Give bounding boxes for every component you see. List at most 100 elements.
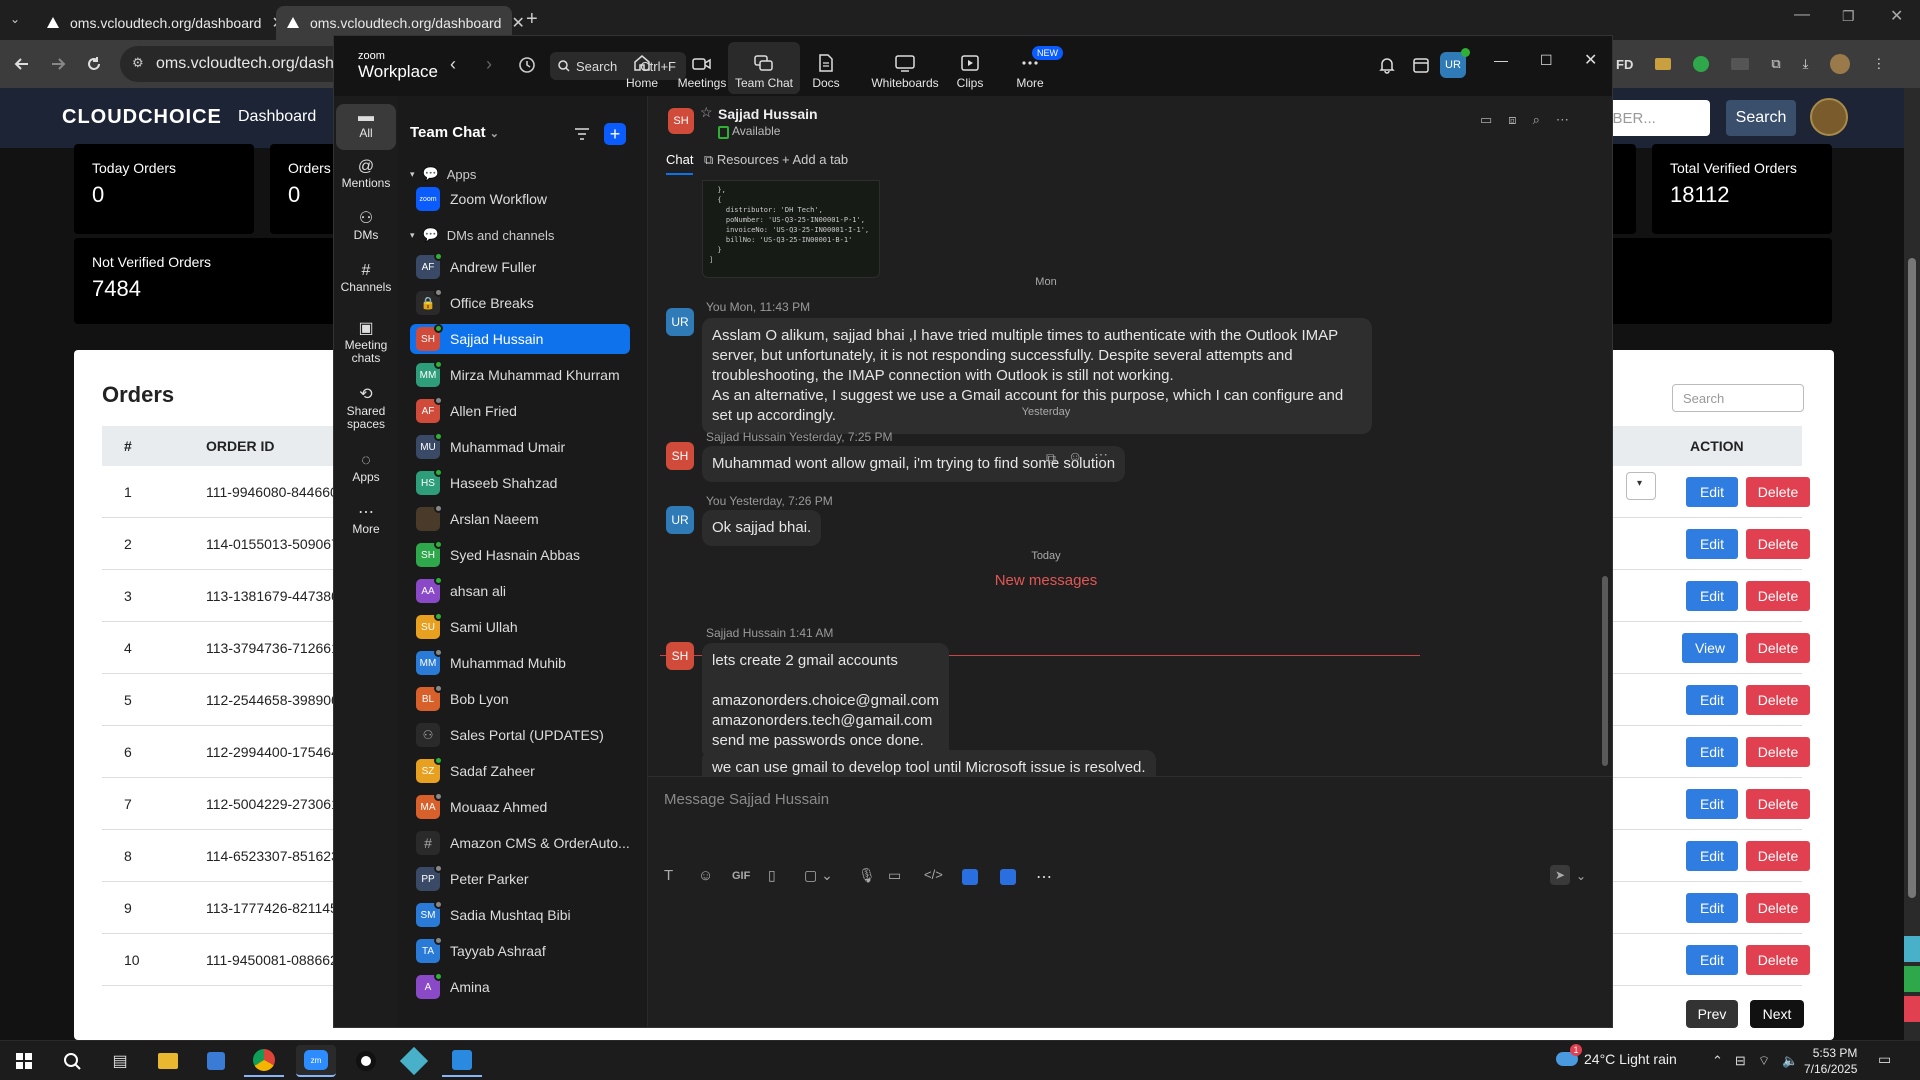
delete-button[interactable]: Delete <box>1746 633 1810 663</box>
message-composer[interactable]: Message Sajjad Hussain T ☺ GIF ▯ ▢ ⌄ 🎙 ▭… <box>648 776 1612 1027</box>
list-item[interactable]: AF Andrew Fuller <box>410 252 630 282</box>
emoji-react-icon[interactable]: ☺ <box>1068 448 1082 464</box>
edit-button[interactable]: Edit <box>1686 529 1738 559</box>
tab-resources[interactable]: ⧉ Resources <box>704 152 779 168</box>
chat-scrollbar[interactable] <box>1602 186 1608 766</box>
file-explorer-icon[interactable] <box>148 1045 188 1077</box>
video-message-icon[interactable]: ▭ <box>888 867 901 884</box>
prev-page-button[interactable]: Prev <box>1686 1000 1738 1028</box>
delete-button[interactable]: Delete <box>1746 945 1810 975</box>
message-bubble[interactable]: Muhammad wont allow gmail, i'm trying to… <box>702 446 1126 482</box>
store-icon[interactable] <box>196 1045 236 1077</box>
code-icon[interactable]: </> <box>924 867 943 882</box>
app-cyan-icon[interactable] <box>394 1045 434 1077</box>
list-item[interactable]: MA Mouaaz Ahmed <box>410 792 630 822</box>
history-icon[interactable] <box>518 56 536 74</box>
next-page-button[interactable]: Next <box>1750 1000 1804 1028</box>
zoom-maximize-icon[interactable]: ☐ <box>1540 52 1553 69</box>
view-button[interactable]: View <box>1682 633 1738 663</box>
close-tab-icon[interactable]: ✕ <box>511 13 524 33</box>
message-bubble[interactable]: Ok sajjad bhai. <box>702 510 822 546</box>
gif-icon[interactable]: GIF <box>732 870 750 882</box>
video-call-icon[interactable]: ▭ <box>1480 112 1492 128</box>
scrollbar-thumb[interactable] <box>1908 258 1916 898</box>
tab-chat[interactable]: Chat <box>666 152 694 175</box>
rail-all[interactable]: ▬ All <box>336 104 396 150</box>
vscode-icon[interactable] <box>442 1045 482 1077</box>
list-item[interactable]: MU Muhammad Umair <box>410 432 630 462</box>
list-item[interactable]: ⚇ Sales Portal (UPDATES) <box>410 720 630 750</box>
contact-name[interactable]: Sajjad Hussain <box>718 106 818 122</box>
list-item[interactable]: TA Tayyab Ashraaf <box>410 936 630 966</box>
star-icon[interactable]: ☆ <box>700 104 713 121</box>
list-item[interactable]: SH Sajjad Hussain <box>410 324 630 354</box>
task-view-icon[interactable]: ▤ <box>100 1045 140 1077</box>
edit-button[interactable]: Edit <box>1686 789 1738 819</box>
list-item[interactable]: Arslan Naeem <box>410 504 630 534</box>
minimize-window-icon[interactable]: — <box>1794 6 1810 24</box>
edit-button[interactable]: Edit <box>1686 945 1738 975</box>
tab-list-dropdown-icon[interactable]: ⌄ <box>10 12 20 26</box>
text-format-icon[interactable]: T <box>664 867 673 884</box>
delete-button[interactable]: Delete <box>1746 685 1810 715</box>
delete-button[interactable]: Delete <box>1746 581 1810 611</box>
screen-share-icon[interactable]: ⧈ <box>1508 112 1516 128</box>
zoom-forward-icon[interactable]: › <box>486 54 492 75</box>
notifications-center-icon[interactable]: ▭ <box>1878 1051 1891 1068</box>
audio-icon[interactable]: 🎙 <box>858 867 876 884</box>
rail-shared-spaces[interactable]: ⟲ Shared spaces <box>336 387 396 431</box>
taskbar-search-icon[interactable] <box>52 1045 92 1077</box>
rail-meeting-chats[interactable]: ▣ Meeting chats <box>336 321 396 365</box>
ext-green-icon[interactable] <box>1693 56 1710 72</box>
app-blue-1-icon[interactable] <box>962 869 978 885</box>
list-item[interactable]: SU Sami Ullah <box>410 612 630 642</box>
site-search-button[interactable]: Search <box>1726 100 1796 136</box>
delete-button[interactable]: Delete <box>1746 841 1810 871</box>
message-more-icon[interactable]: ⋯ <box>1094 446 1108 463</box>
team-chat-title[interactable]: Team Chat ⌄ <box>410 124 499 141</box>
edit-button[interactable]: Edit <box>1686 685 1738 715</box>
zoom-close-icon[interactable]: ✕ <box>1584 50 1597 70</box>
browser-menu-icon[interactable]: ⋮ <box>1872 56 1885 72</box>
profile-icon[interactable] <box>1830 54 1851 74</box>
back-icon[interactable] <box>8 50 36 78</box>
new-tab-icon[interactable]: + <box>526 8 538 31</box>
edit-button[interactable]: Edit <box>1686 581 1738 611</box>
table-search-input[interactable]: Search <box>1672 384 1804 412</box>
ext-fd-icon[interactable]: FD <box>1616 57 1633 72</box>
list-item[interactable]: SH Syed Hasnain Abbas <box>410 540 630 570</box>
edit-button[interactable]: Edit <box>1686 737 1738 767</box>
rail-more[interactable]: ⋯ More <box>336 505 396 536</box>
nav-docs[interactable]: Docs <box>790 42 862 94</box>
system-clock[interactable]: 5:53 PM 7/16/2025 <box>1804 1045 1857 1077</box>
list-item[interactable]: # Amazon CMS & OrderAuto... <box>410 828 630 858</box>
zoom-taskbar-icon[interactable]: zm <box>296 1045 336 1077</box>
calendar-app-icon[interactable] <box>1412 56 1430 74</box>
windows-start-icon[interactable] <box>4 1045 44 1077</box>
chat-more-icon[interactable]: ⋯ <box>1556 112 1569 128</box>
send-icon[interactable]: ➤ <box>1550 865 1570 885</box>
message-bubble[interactable]: we can use gmail to develop tool until M… <box>702 750 1156 776</box>
scrollbar-thumb[interactable] <box>1602 576 1608 766</box>
rail-mentions[interactable]: @ Mentions <box>336 159 396 190</box>
emoji-icon[interactable]: ☺ <box>698 867 713 884</box>
edit-button[interactable]: Edit <box>1686 893 1738 923</box>
browser-tab-1[interactable]: oms.vcloudtech.org/dashboard ✕ <box>36 6 285 40</box>
side-widget-tabs[interactable] <box>1904 936 1920 1028</box>
puzzle-icon[interactable]: ⧉ <box>1771 56 1780 72</box>
forward-icon[interactable] <box>44 50 72 78</box>
list-item[interactable]: BL Bob Lyon <box>410 684 630 714</box>
list-item[interactable]: SZ Sadaf Zaheer <box>410 756 630 786</box>
contact-avatar[interactable]: SH <box>668 108 694 134</box>
rows-per-page-select[interactable]: ▾ <box>1626 472 1656 500</box>
site-logo[interactable]: CLOUDCHOICE <box>62 106 222 129</box>
site-info-icon[interactable]: ⚙ <box>132 55 144 71</box>
reload-icon[interactable] <box>80 50 108 78</box>
reply-icon[interactable]: ⧉ <box>1046 450 1056 467</box>
edit-button[interactable]: Edit <box>1686 841 1738 871</box>
rail-channels[interactable]: # Channels <box>336 263 396 294</box>
close-window-icon[interactable]: ✕ <box>1890 6 1903 26</box>
list-item[interactable]: SM Sadia Mushtaq Bibi <box>410 900 630 930</box>
list-item-zoom-workflow[interactable]: zoom Zoom Workflow <box>410 184 630 214</box>
list-item[interactable]: AA ahsan ali <box>410 576 630 606</box>
